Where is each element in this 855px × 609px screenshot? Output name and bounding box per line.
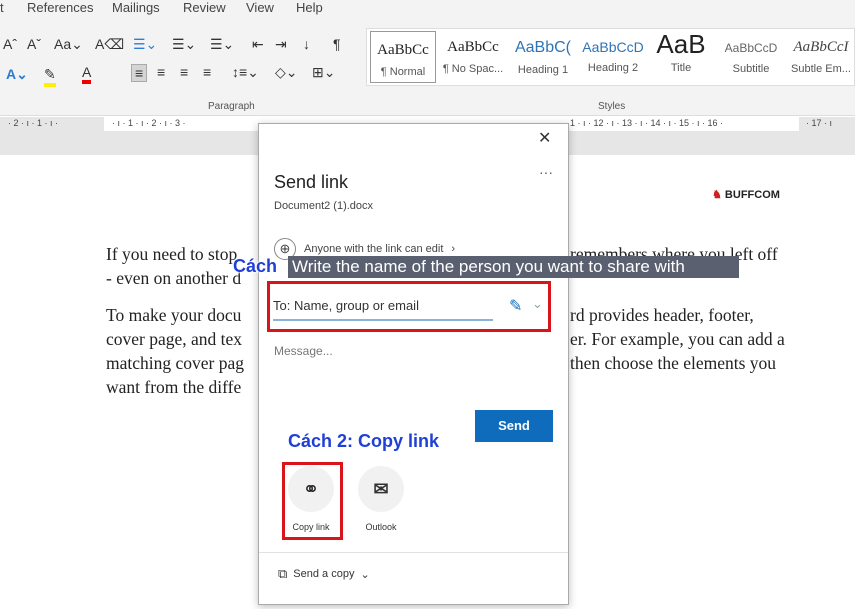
copy-icon: ⧉	[278, 566, 288, 581]
tab-review[interactable]: Review	[183, 0, 226, 15]
close-button[interactable]: ✕	[538, 128, 551, 148]
doc-text: then choose the elements you	[570, 353, 777, 373]
doc-text: If you need to stop	[106, 244, 238, 264]
doc-text: cover page, and tex	[106, 329, 243, 349]
annotation-step1-prefix: Cách	[233, 256, 278, 276]
outlook-label: Outlook	[365, 522, 397, 532]
justify-icon[interactable]: ≡	[203, 64, 211, 80]
style-subtitle[interactable]: AaBbCcD Subtitle	[717, 29, 785, 85]
tab-references[interactable]: References	[27, 0, 93, 15]
ribbon: t References Mailings Review View Help A…	[0, 0, 855, 116]
ruler-ticks: · ı · 1 · ı · 2 · ı · 3 ·	[112, 118, 186, 128]
buffcom-logo: ♞ BUFFCOM	[712, 189, 780, 201]
tab-mailings[interactable]: Mailings	[112, 0, 160, 15]
style-heading-2[interactable]: AaBbCcD Heading 2	[579, 29, 647, 85]
tab-insert-partial[interactable]: t	[0, 0, 4, 15]
tab-help[interactable]: Help	[296, 0, 323, 15]
multilevel-list-icon[interactable]: ☰⌄	[210, 36, 234, 53]
style-no-spacing[interactable]: AaBbCc ¶ No Spac...	[439, 29, 507, 85]
annotation-step2: Cách 2: Copy link	[288, 431, 440, 451]
file-name: Document2 (1).docx	[274, 200, 374, 212]
numbering-icon[interactable]: ☰⌄	[172, 36, 196, 53]
message-input[interactable]: Message...	[274, 344, 333, 358]
line-spacing-icon[interactable]: ↕≡⌄	[232, 64, 259, 81]
align-left-icon[interactable]: ≡	[131, 64, 148, 82]
change-case-button[interactable]: Aa⌄	[54, 36, 83, 53]
grow-font-icon[interactable]: Aˆ	[3, 36, 17, 52]
doc-text: To make your docu	[106, 305, 242, 325]
chevron-right-icon: ›	[451, 243, 456, 255]
doc-text: - even on another d	[106, 268, 242, 288]
doc-text: er. For example, you can add a	[570, 329, 785, 349]
doc-text: matching cover pag	[106, 353, 245, 373]
annotation-box-recipient	[267, 281, 551, 332]
text-effects-icon[interactable]: A⌄	[6, 66, 28, 83]
ruler-ticks: · 17 · ı	[806, 118, 833, 128]
style-normal[interactable]: AaBbCc ¶ Normal	[370, 31, 436, 83]
font-color-icon[interactable]: A	[82, 64, 92, 84]
styles-gallery: AaBbCc ¶ Normal AaBbCc ¶ No Spac... AaBbC(…	[366, 28, 855, 86]
highlight-icon[interactable]: ✎	[44, 66, 56, 87]
styles-group-label: Styles	[598, 101, 626, 112]
outlook-button[interactable]: ✉ Outlook	[355, 466, 407, 532]
bullets-icon[interactable]: ☰⌄	[133, 36, 157, 53]
style-subtle-emphasis[interactable]: AaBbCcI Subtle Em...	[787, 29, 855, 85]
chevron-down-icon: ⌄	[360, 568, 370, 581]
style-title[interactable]: AaB Title	[649, 29, 713, 85]
tab-view[interactable]: View	[246, 0, 274, 15]
divider	[259, 552, 568, 553]
style-heading-1[interactable]: AaBbC(Heading 1	[509, 29, 577, 85]
paragraph-group-label: Paragraph	[208, 101, 255, 112]
more-options-button[interactable]: ···	[539, 164, 553, 180]
align-right-icon[interactable]: ≡	[180, 64, 188, 80]
show-formatting-icon[interactable]: ¶	[333, 36, 341, 52]
send-a-copy-button[interactable]: ⧉ Send a copy ⌄	[278, 566, 370, 582]
doc-text: rd provides header, footer,	[570, 305, 754, 325]
annotation-box-copy-link	[282, 462, 343, 540]
bull-icon: ♞	[712, 189, 722, 201]
align-center-icon[interactable]: ≡	[157, 64, 165, 80]
sort-icon[interactable]: ↓	[303, 36, 310, 52]
send-button[interactable]: Send	[475, 410, 553, 442]
doc-text: want from the diffe	[106, 377, 242, 397]
ruler-ticks: · 2 · ı · 1 · ı ·	[8, 118, 59, 128]
permission-label: Anyone with the link can edit	[304, 243, 444, 255]
send-a-copy-label: Send a copy	[293, 568, 355, 580]
decrease-indent-icon[interactable]: ⇤	[252, 36, 264, 53]
dialog-title: Send link	[274, 172, 349, 192]
ruler-ticks: 1 · ı · 12 · ı · 13 · ı · 14 · ı · 15 · …	[570, 118, 724, 128]
borders-icon[interactable]: ⊞⌄	[312, 64, 335, 81]
shrink-font-icon[interactable]: Aˇ	[27, 36, 41, 52]
outlook-icon: ✉	[358, 466, 404, 512]
clear-formatting-icon[interactable]: A⌫	[95, 36, 124, 53]
shading-icon[interactable]: ◇⌄	[275, 64, 298, 81]
annotation-step1-banner: Write the name of the person you want to…	[288, 256, 739, 278]
increase-indent-icon[interactable]: ⇥	[275, 36, 287, 53]
